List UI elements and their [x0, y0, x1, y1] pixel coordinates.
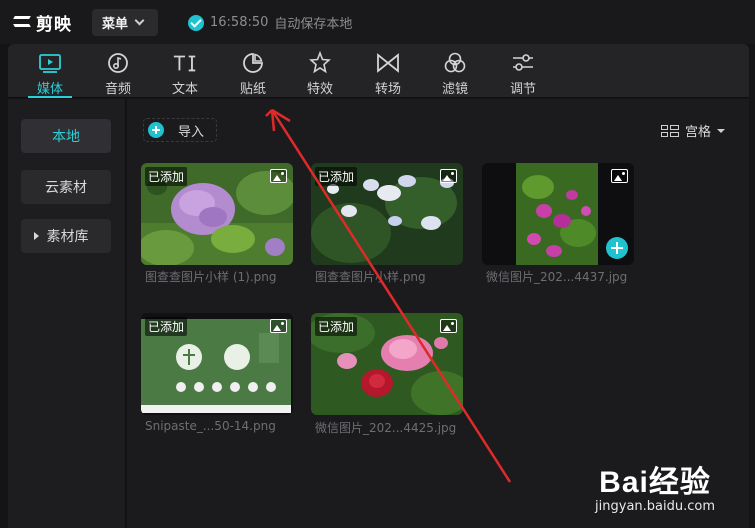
tab-label: 滤镜: [441, 82, 468, 97]
sidebar-item-library[interactable]: 素材库: [21, 219, 111, 253]
capcut-logo-icon: [12, 13, 32, 31]
menu-label: 菜单: [102, 17, 129, 32]
sidebar-item-label: 本地: [52, 129, 80, 145]
media-filename: Snipaste_...50-14.png: [145, 419, 276, 433]
added-badge: 已添加: [145, 317, 188, 336]
tab-label: 调节: [509, 82, 536, 97]
image-type-icon: [440, 169, 457, 183]
baidu-watermark: Bai经验 jingyan.baidu.com: [595, 457, 715, 514]
added-badge: 已添加: [315, 167, 358, 186]
menu-button[interactable]: 菜单: [92, 9, 158, 36]
media-card[interactable]: [482, 163, 634, 265]
media-card[interactable]: 已添加: [311, 313, 463, 415]
grid-view-icon: [660, 124, 679, 137]
chevron-down-icon: [134, 15, 145, 26]
view-mode-toggle[interactable]: 宫格: [660, 121, 725, 140]
audio-icon: [105, 50, 131, 76]
effects-icon: [307, 50, 333, 76]
autosave-time: 16:58:50: [210, 15, 269, 30]
image-type-icon: [611, 169, 628, 183]
media-sidebar: 本地 云素材 素材库: [8, 99, 126, 528]
expand-arrow-icon: [33, 232, 39, 240]
filter-icon: [442, 50, 468, 76]
tab-label: 音频: [104, 82, 131, 97]
app-name: 剪映: [36, 14, 72, 35]
tab-label: 贴纸: [239, 82, 266, 97]
plus-circle-icon: [148, 122, 164, 138]
caret-down-icon: [717, 128, 725, 133]
transition-icon: [375, 50, 401, 76]
added-badge: 已添加: [145, 167, 188, 186]
sidebar-item-label: 素材库: [46, 229, 89, 245]
media-filename: 微信图片_202...4437.jpg: [486, 270, 628, 284]
tab-label: 文本: [171, 82, 198, 97]
media-card[interactable]: 已添加: [311, 163, 463, 265]
autosave-text: 自动保存本地: [274, 17, 353, 32]
media-card[interactable]: 已添加: [141, 163, 293, 265]
import-label: 导入: [178, 124, 205, 140]
tab-text[interactable]: 文本: [151, 44, 219, 98]
image-type-icon: [440, 319, 457, 333]
add-to-timeline-icon[interactable]: [606, 237, 628, 259]
text-icon: [172, 50, 198, 76]
autosave-status: 16:58:50 自动保存本地: [188, 13, 352, 32]
adjust-icon: [510, 50, 536, 76]
tab-transition[interactable]: 转场: [354, 44, 422, 98]
media-filename: 微信图片_202...4425.jpg: [315, 421, 457, 435]
tab-sticker[interactable]: 贴纸: [219, 44, 287, 98]
sidebar-item-cloud[interactable]: 云素材: [21, 170, 111, 204]
image-type-icon: [270, 169, 287, 183]
sticker-icon: [240, 50, 266, 76]
title-bar: 剪映 菜单 16:58:50 自动保存本地: [0, 0, 755, 44]
watermark-brand: Bai经验: [599, 466, 711, 499]
sidebar-item-label: 云素材: [45, 180, 87, 196]
watermark-url: jingyan.baidu.com: [595, 499, 715, 514]
tab-filter[interactable]: 滤镜: [421, 44, 489, 98]
tool-tabs: 媒体 音频 文本 贴纸 特效 转场 滤镜 调节: [8, 44, 749, 98]
media-icon: [37, 50, 63, 76]
media-card[interactable]: 已添加: [141, 313, 293, 415]
tab-label: 特效: [306, 82, 333, 97]
view-mode-label: 宫格: [684, 125, 711, 140]
tab-label: 转场: [374, 82, 401, 97]
tab-effects[interactable]: 特效: [286, 44, 354, 98]
check-circle-icon: [188, 14, 204, 31]
added-badge: 已添加: [315, 317, 358, 336]
media-filename: 图查查图片小样.png: [315, 270, 426, 284]
tab-audio[interactable]: 音频: [84, 44, 152, 98]
sidebar-item-local[interactable]: 本地: [21, 119, 111, 153]
image-type-icon: [270, 319, 287, 333]
tab-label: 媒体: [36, 82, 63, 97]
import-button[interactable]: 导入: [143, 118, 217, 142]
app-logo: 剪映: [12, 10, 72, 35]
media-filename: 图查查图片小样 (1).png: [145, 270, 277, 284]
tab-media[interactable]: 媒体: [16, 44, 84, 98]
tab-adjust[interactable]: 调节: [489, 44, 557, 98]
